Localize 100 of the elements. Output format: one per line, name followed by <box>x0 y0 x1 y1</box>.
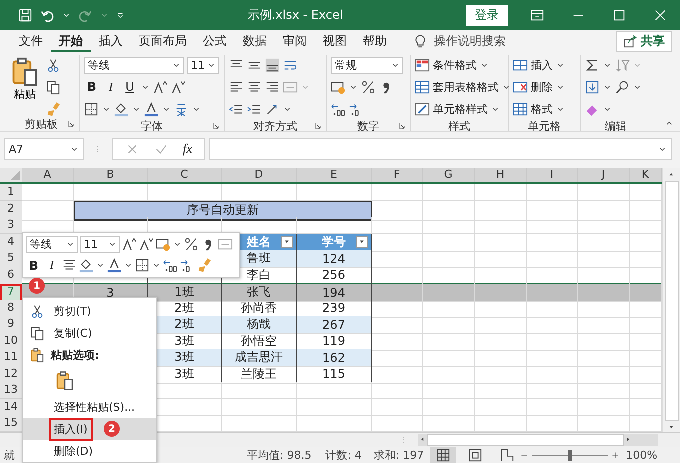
horizontal-scrollbar[interactable] <box>418 434 658 446</box>
percent-icon[interactable] <box>184 237 199 252</box>
borders-icon[interactable] <box>84 102 99 116</box>
table-format-icon[interactable] <box>415 80 430 94</box>
ribbon-tab[interactable]: 页面布局 <box>131 30 195 52</box>
zoom-slider-thumb[interactable] <box>568 450 572 460</box>
row-header[interactable]: 14 <box>0 398 22 416</box>
menu-item[interactable]: 插入(I) 2 <box>23 418 156 440</box>
increase-font-size-icon[interactable] <box>153 80 168 94</box>
column-header[interactable]: F <box>372 168 423 182</box>
percent-icon[interactable] <box>361 80 376 94</box>
font-name-dropdown[interactable]: 等线 <box>26 236 78 253</box>
accounting-format-icon[interactable] <box>156 237 171 252</box>
styles-button[interactable]: 单元格样式 <box>415 102 500 116</box>
ribbon-tab[interactable]: 帮助 <box>355 30 395 52</box>
bold-button[interactable]: B <box>84 80 100 94</box>
scissors-icon[interactable] <box>46 58 61 73</box>
page-break-view-icon[interactable] <box>500 448 515 462</box>
conditional-format-icon[interactable] <box>415 58 430 72</box>
vertical-scrollbar[interactable] <box>662 168 680 432</box>
column-header[interactable]: G <box>423 168 475 182</box>
row-header[interactable]: 13 <box>0 382 22 399</box>
page-layout-view-icon[interactable] <box>468 448 483 462</box>
fill-color-icon[interactable] <box>114 102 129 116</box>
styles-button[interactable]: 条件格式 <box>415 58 489 72</box>
ribbon-tab[interactable]: 公式 <box>195 30 235 52</box>
row-header[interactable]: 11 <box>0 349 22 367</box>
paste-button[interactable]: 粘贴 <box>8 55 42 117</box>
copy-icon[interactable] <box>46 80 61 95</box>
align-center-icon[interactable] <box>247 80 262 94</box>
ribbon-display-icon[interactable] <box>530 8 545 22</box>
ribbon-tab[interactable]: 插入 <box>91 30 131 52</box>
merge-cells-icon[interactable] <box>218 237 233 252</box>
launcher-icon[interactable] <box>67 120 75 128</box>
launcher-icon[interactable] <box>212 122 220 130</box>
italic-button[interactable]: I <box>44 258 60 273</box>
column-header[interactable]: H <box>475 168 527 182</box>
row-header[interactable]: 3 <box>0 217 22 234</box>
cells-button[interactable]: 插入 <box>513 58 565 72</box>
increase-decimal-icon[interactable] <box>331 102 346 116</box>
font-size-dropdown[interactable]: 11 <box>80 236 120 253</box>
column-header[interactable]: J <box>578 168 630 182</box>
column-header[interactable]: C <box>148 168 222 182</box>
align-right-icon[interactable] <box>265 80 280 94</box>
decrease-font-size-icon[interactable] <box>139 237 154 252</box>
underline-button[interactable]: U <box>122 80 138 94</box>
decrease-font-size-icon[interactable] <box>171 80 186 94</box>
customize-icon[interactable] <box>116 10 125 20</box>
column-header[interactable]: E <box>297 168 372 182</box>
lightbulb-icon[interactable] <box>413 34 428 48</box>
delete-cells-icon[interactable] <box>513 80 528 94</box>
insert-function-button[interactable]: fx <box>183 141 192 157</box>
italic-button[interactable]: I <box>103 80 119 94</box>
column-header[interactable]: I <box>527 168 578 182</box>
cells-button[interactable]: 删除 <box>513 80 565 94</box>
close-icon[interactable] <box>653 8 668 22</box>
column-header[interactable]: B <box>74 168 148 182</box>
column-header[interactable]: A <box>22 168 74 182</box>
share-icon[interactable] <box>623 34 638 48</box>
filter-dropdown-button[interactable] <box>356 236 368 248</box>
cells-button[interactable]: 格式 <box>513 102 565 116</box>
column-header[interactable]: K <box>630 168 662 182</box>
ribbon-tab[interactable]: 数据 <box>235 30 275 52</box>
styles-button[interactable]: 套用表格格式 <box>415 80 511 94</box>
align-left-icon[interactable] <box>229 80 244 94</box>
formula-input[interactable] <box>209 138 672 160</box>
clipboard-icon[interactable] <box>10 57 40 87</box>
cell-style-icon[interactable] <box>415 102 430 116</box>
borders-icon[interactable] <box>135 258 150 273</box>
format-cells-icon[interactable] <box>513 102 528 116</box>
font-color-icon[interactable] <box>144 102 159 116</box>
row-header[interactable]: 6 <box>0 266 22 284</box>
row-header[interactable]: 1 <box>0 184 22 201</box>
bold-button[interactable]: B <box>26 258 42 272</box>
column-header[interactable]: D <box>222 168 297 182</box>
name-box[interactable]: A7 <box>4 138 84 160</box>
save-icon[interactable] <box>18 8 33 22</box>
clipboard-icon[interactable] <box>55 371 75 391</box>
row-header[interactable]: 9 <box>0 316 22 334</box>
maximize-icon[interactable] <box>612 8 627 22</box>
menu-item[interactable]: 选择性粘贴(S)... <box>23 396 156 418</box>
merge-cells-icon[interactable] <box>283 80 298 94</box>
ribbon-tab[interactable]: 文件 <box>11 30 51 52</box>
accounting-format-icon[interactable] <box>331 80 346 94</box>
bottom-align-icon[interactable] <box>265 58 280 72</box>
sign-in-button[interactable]: 登录 <box>466 4 508 26</box>
row-header[interactable]: 5 <box>0 250 22 268</box>
insert-cells-icon[interactable] <box>513 58 528 72</box>
launcher-icon[interactable] <box>314 122 322 130</box>
filter-dropdown-button[interactable] <box>281 236 293 248</box>
increase-decimal-icon[interactable] <box>163 258 178 273</box>
fill-color-icon[interactable] <box>79 258 94 273</box>
fill-down-icon[interactable] <box>585 80 600 94</box>
ribbon-tab[interactable]: 审阅 <box>275 30 315 52</box>
zoom-in-icon[interactable] <box>611 450 620 460</box>
launcher-icon[interactable] <box>398 122 406 130</box>
font-name-dropdown[interactable]: 等线 <box>84 56 184 74</box>
increase-font-size-icon[interactable] <box>122 237 137 252</box>
font-color-icon[interactable] <box>107 258 122 273</box>
font-size-dropdown[interactable]: 11 <box>187 56 219 74</box>
